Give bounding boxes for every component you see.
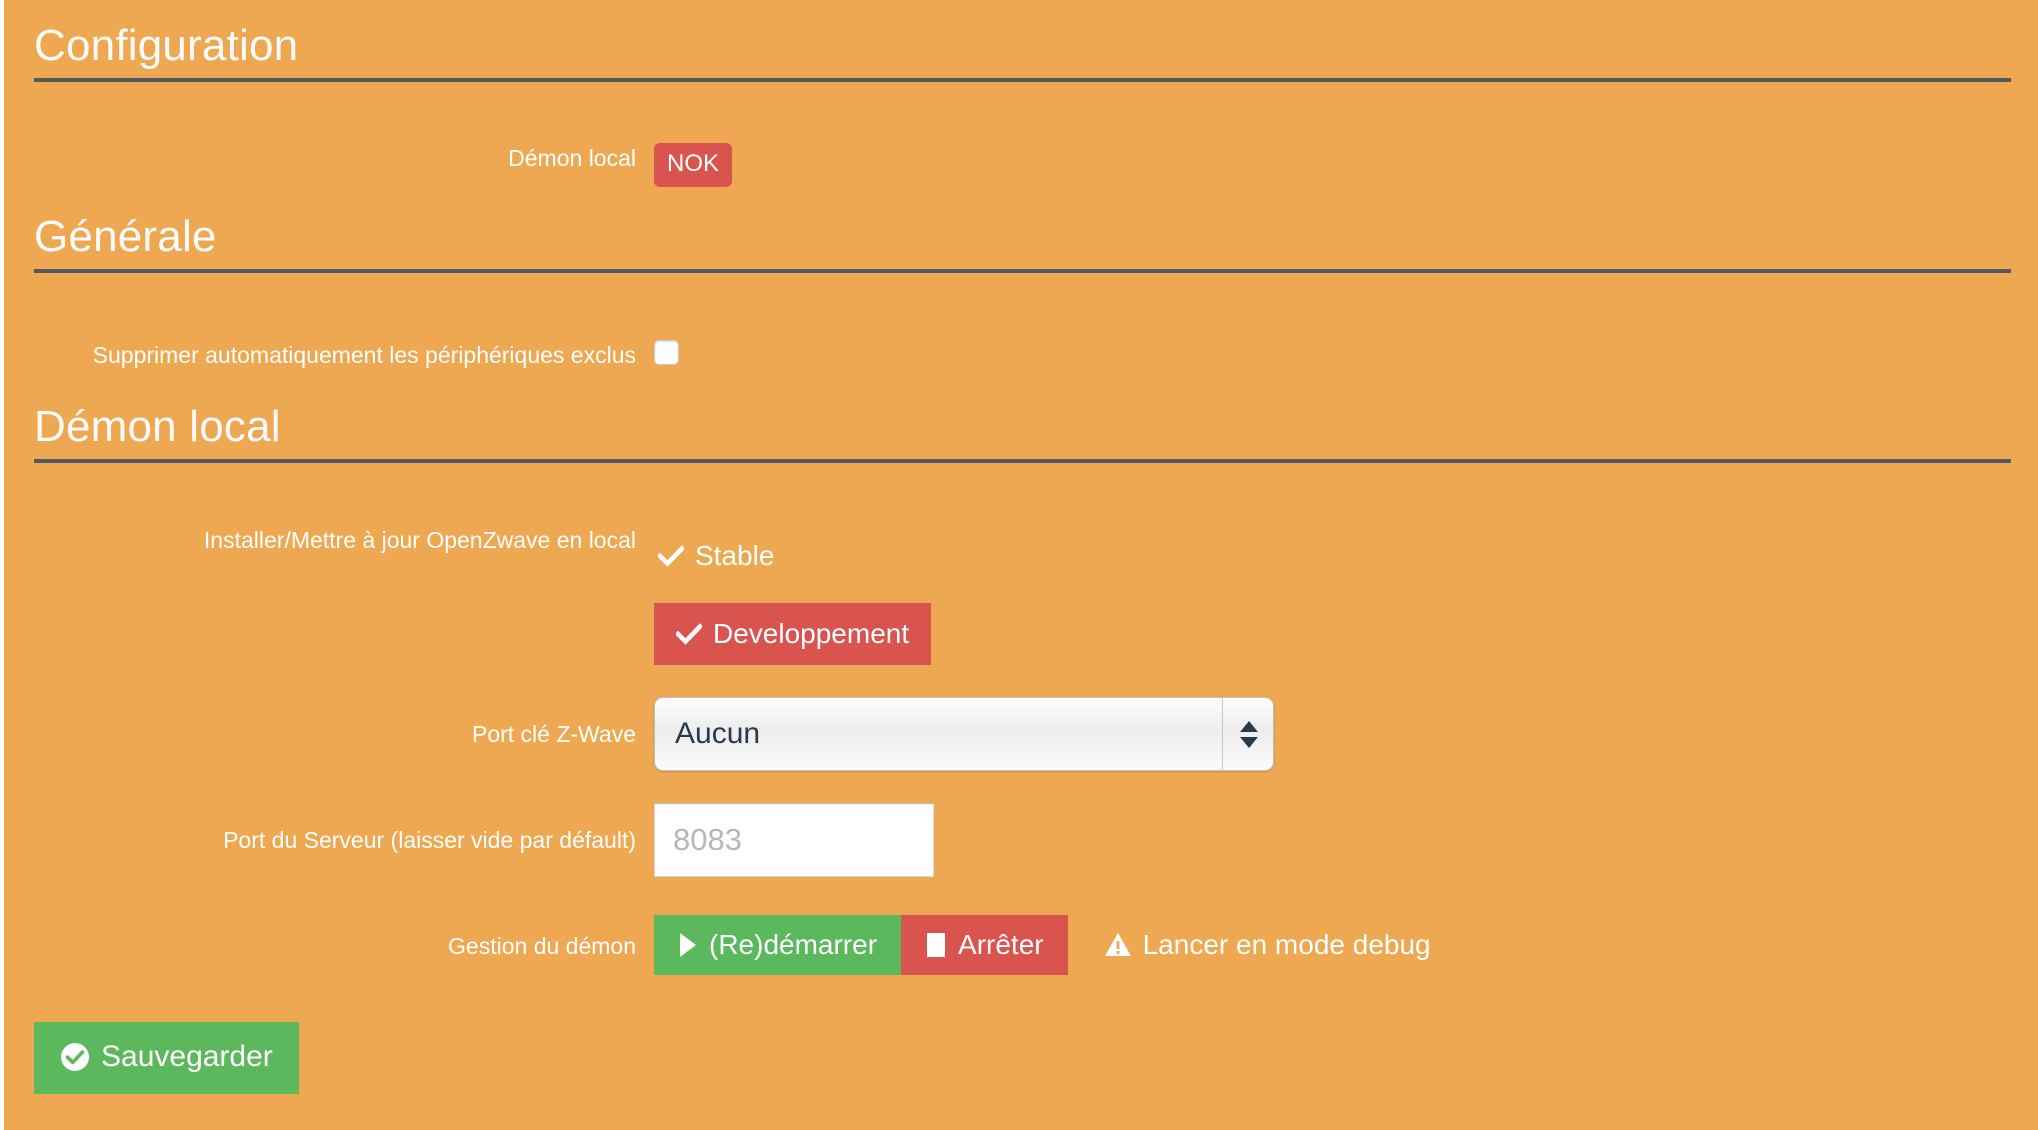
restart-daemon-label: (Re)démarrer xyxy=(709,929,878,960)
chevron-down-icon xyxy=(1239,736,1258,748)
stop-daemon-label: Arrêter xyxy=(958,929,1044,960)
daemon-management-label: Gestion du démon xyxy=(448,933,636,959)
section-divider xyxy=(34,269,2011,274)
check-icon xyxy=(676,623,702,645)
install-developpement-button[interactable]: Developpement xyxy=(654,603,932,665)
install-stable-label: Stable xyxy=(695,540,775,571)
section-divider xyxy=(34,78,2011,83)
daemon-status-label: Démon local xyxy=(508,145,636,171)
section-title-generale: Générale xyxy=(34,212,217,261)
section-generale: Générale xyxy=(34,212,2011,274)
debug-mode-button[interactable]: Lancer en mode debug xyxy=(1098,915,1437,975)
port-key-selected-value: Aucun xyxy=(654,697,1274,771)
stop-icon xyxy=(925,932,947,958)
server-port-area xyxy=(654,803,934,877)
row-install-openzwave: Installer/Mettre à jour OpenZwave en loc… xyxy=(4,525,932,665)
port-key-select[interactable]: Aucun xyxy=(654,697,1274,771)
save-label: Sauvegarder xyxy=(101,1040,273,1073)
play-icon xyxy=(678,932,698,958)
server-port-input[interactable] xyxy=(654,803,934,877)
check-icon xyxy=(658,545,684,567)
section-demon-local: Démon local xyxy=(34,402,2011,464)
debug-mode-label: Lancer en mode debug xyxy=(1142,929,1431,960)
section-title-demon-local: Démon local xyxy=(34,402,281,451)
stop-daemon-button[interactable]: Arrêter xyxy=(901,915,1068,975)
auto-delete-area xyxy=(654,340,679,365)
row-auto-delete: Supprimer automatiquement les périphériq… xyxy=(4,340,679,370)
row-server-port: Port du Serveur (laisser vide par défaul… xyxy=(4,803,934,877)
section-divider xyxy=(34,459,2011,464)
spinner-arrows-icon[interactable] xyxy=(1222,697,1274,771)
row-port-key: Port clé Z-Wave Aucun xyxy=(4,697,1274,771)
save-button[interactable]: Sauvegarder xyxy=(34,1022,299,1094)
server-port-label: Port du Serveur (laisser vide par défaul… xyxy=(223,827,636,853)
install-developpement-label: Developpement xyxy=(713,618,910,649)
daemon-status-area: NOK xyxy=(654,143,733,187)
row-daemon-management: Gestion du démon (Re)démarrer Arrêter La… xyxy=(4,915,1437,977)
auto-delete-label: Supprimer automatiquement les périphériq… xyxy=(92,342,636,368)
section-title-configuration: Configuration xyxy=(34,21,299,70)
status-badge: NOK xyxy=(654,143,733,187)
install-openzwave-label: Installer/Mettre à jour OpenZwave en loc… xyxy=(203,527,636,553)
port-key-area: Aucun xyxy=(654,697,1274,771)
check-circle-icon xyxy=(60,1042,90,1072)
port-key-label: Port clé Z-Wave xyxy=(471,721,636,747)
section-configuration: Configuration xyxy=(34,21,2011,83)
install-stable-button[interactable]: Stable xyxy=(654,525,796,587)
auto-delete-checkbox[interactable] xyxy=(654,340,679,365)
chevron-up-icon xyxy=(1239,720,1258,732)
configuration-page: Configuration Démon local NOK Générale S… xyxy=(4,0,2038,1130)
row-daemon-status: Démon local NOK xyxy=(4,143,733,187)
install-openzwave-area: Stable Developpement xyxy=(654,525,932,665)
warning-icon xyxy=(1104,932,1132,958)
restart-daemon-button[interactable]: (Re)démarrer xyxy=(654,915,902,975)
daemon-management-area: (Re)démarrer Arrêter Lancer en mode debu… xyxy=(654,915,1437,975)
